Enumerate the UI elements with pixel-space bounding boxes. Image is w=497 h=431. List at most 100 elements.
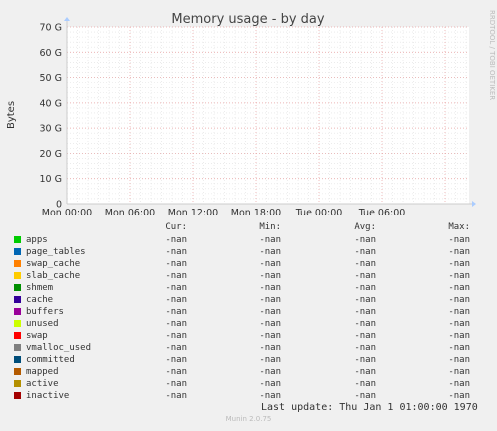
legend-value-max: -nan bbox=[448, 235, 470, 245]
x-tick-label: Mon 12:00 bbox=[168, 208, 218, 215]
rrdtool-credit: RRDTOOL / TOBI OETIKER bbox=[488, 10, 496, 101]
legend-value-min: -nan bbox=[259, 343, 281, 353]
legend-swatch bbox=[14, 296, 21, 303]
legend-value-min: -nan bbox=[259, 235, 281, 245]
legend-value-max: -nan bbox=[448, 247, 470, 257]
y-tick-label: 30 G bbox=[40, 124, 62, 135]
legend-series-name: inactive bbox=[26, 391, 70, 401]
legend-value-max: -nan bbox=[448, 367, 470, 377]
legend-series-name: buffers bbox=[26, 307, 64, 317]
legend-value-avg: -nan bbox=[354, 343, 376, 353]
legend-value-max: -nan bbox=[448, 379, 470, 389]
legend-value-cur: -nan bbox=[165, 307, 187, 317]
y-tick-label: 10 G bbox=[40, 174, 62, 185]
legend-value-cur: -nan bbox=[165, 355, 187, 365]
legend-value-min: -nan bbox=[259, 295, 281, 305]
y-tick-label: 70 G bbox=[40, 23, 62, 34]
legend-value-min: -nan bbox=[259, 307, 281, 317]
y-tick-label: 50 G bbox=[40, 73, 62, 84]
legend-value-avg: -nan bbox=[354, 331, 376, 341]
y-axis-ticks: 010 G20 G30 G40 G50 G60 G70 G bbox=[40, 23, 62, 211]
legend-value-max: -nan bbox=[448, 355, 470, 365]
legend-value-avg: -nan bbox=[354, 235, 376, 245]
legend-series-name: slab_cache bbox=[26, 271, 81, 281]
legend-series-name: page_tables bbox=[26, 247, 86, 257]
legend-swatch bbox=[14, 380, 21, 387]
legend-value-min: -nan bbox=[259, 355, 281, 365]
x-tick-label: Mon 00:00 bbox=[42, 208, 92, 215]
legend-value-min: -nan bbox=[259, 247, 281, 257]
legend-value-max: -nan bbox=[448, 319, 470, 329]
legend-series-name: unused bbox=[26, 319, 59, 329]
legend-value-cur: -nan bbox=[165, 343, 187, 353]
legend-value-min: -nan bbox=[259, 331, 281, 341]
legend-value-avg: -nan bbox=[354, 355, 376, 365]
legend-value-min: -nan bbox=[259, 319, 281, 329]
legend-value-min: -nan bbox=[259, 379, 281, 389]
legend-value-avg: -nan bbox=[354, 247, 376, 257]
y-axis-arrow bbox=[64, 17, 70, 21]
legend-value-cur: -nan bbox=[165, 283, 187, 293]
legend-value-avg: -nan bbox=[354, 367, 376, 377]
legend-swatch bbox=[14, 344, 21, 351]
legend-value-cur: -nan bbox=[165, 235, 187, 245]
plot-bg-rect bbox=[67, 27, 469, 204]
legend-value-avg: -nan bbox=[354, 307, 376, 317]
legend-value-cur: -nan bbox=[165, 247, 187, 257]
y-tick-label: 20 G bbox=[40, 149, 62, 160]
legend-value-cur: -nan bbox=[165, 391, 187, 401]
legend-value-cur: -nan bbox=[165, 319, 187, 329]
legend-header-cur: Cur: bbox=[165, 222, 187, 232]
x-tick-label: Tue 06:00 bbox=[358, 208, 406, 215]
last-update-text: Last update: Thu Jan 1 01:00:00 1970 bbox=[261, 402, 478, 413]
legend-value-avg: -nan bbox=[354, 283, 376, 293]
y-axis-label: Bytes bbox=[6, 101, 17, 129]
legend-value-cur: -nan bbox=[165, 379, 187, 389]
legend-header-avg: Avg: bbox=[354, 222, 376, 232]
legend-value-cur: -nan bbox=[165, 331, 187, 341]
legend-swatch bbox=[14, 368, 21, 375]
legend-header-max: Max: bbox=[448, 222, 470, 232]
legend-value-max: -nan bbox=[448, 259, 470, 269]
legend-series-name: apps bbox=[26, 235, 48, 245]
legend-series-name: committed bbox=[26, 355, 75, 365]
legend-value-avg: -nan bbox=[354, 259, 376, 269]
legend-value-max: -nan bbox=[448, 307, 470, 317]
legend-swatch bbox=[14, 308, 21, 315]
legend-value-avg: -nan bbox=[354, 379, 376, 389]
legend-value-max: -nan bbox=[448, 343, 470, 353]
x-tick-label: Tue 00:00 bbox=[295, 208, 343, 215]
x-axis-arrow bbox=[472, 201, 476, 207]
y-tick-label: 60 G bbox=[40, 48, 62, 59]
munin-version: Munin 2.0.75 bbox=[225, 415, 272, 423]
legend-header-min: Min: bbox=[259, 222, 281, 232]
legend-value-cur: -nan bbox=[165, 367, 187, 377]
legend-value-min: -nan bbox=[259, 391, 281, 401]
legend-value-avg: -nan bbox=[354, 391, 376, 401]
legend-series-name: active bbox=[26, 379, 59, 389]
x-tick-label: Mon 18:00 bbox=[231, 208, 281, 215]
x-axis-ticks: Mon 00:00 Mon 06:00 Mon 12:00 Mon 18:00 Tue … bbox=[42, 208, 406, 215]
legend-value-cur: -nan bbox=[165, 295, 187, 305]
legend-value-min: -nan bbox=[259, 271, 281, 281]
x-tick-label: Mon 06:00 bbox=[105, 208, 155, 215]
legend-value-max: -nan bbox=[448, 283, 470, 293]
legend-series-name: swap_cache bbox=[26, 259, 81, 269]
legend-swatch bbox=[14, 272, 21, 279]
legend-series-name: mapped bbox=[26, 367, 59, 377]
legend-value-min: -nan bbox=[259, 367, 281, 377]
legend-value-min: -nan bbox=[259, 259, 281, 269]
legend-swatch bbox=[14, 392, 21, 399]
legend-series-name: shmem bbox=[26, 283, 54, 293]
legend-value-max: -nan bbox=[448, 295, 470, 305]
legend-value-min: -nan bbox=[259, 283, 281, 293]
chart-title: Memory usage - by day bbox=[171, 12, 324, 27]
legend-value-avg: -nan bbox=[354, 271, 376, 281]
legend-series-name: cache bbox=[26, 295, 54, 305]
legend-swatch bbox=[14, 284, 21, 291]
legend-swatch bbox=[14, 248, 21, 255]
legend-series-name: vmalloc_used bbox=[26, 343, 92, 353]
legend-value-avg: -nan bbox=[354, 295, 376, 305]
plot-background bbox=[67, 27, 469, 204]
y-tick-label: 40 G bbox=[40, 98, 62, 109]
